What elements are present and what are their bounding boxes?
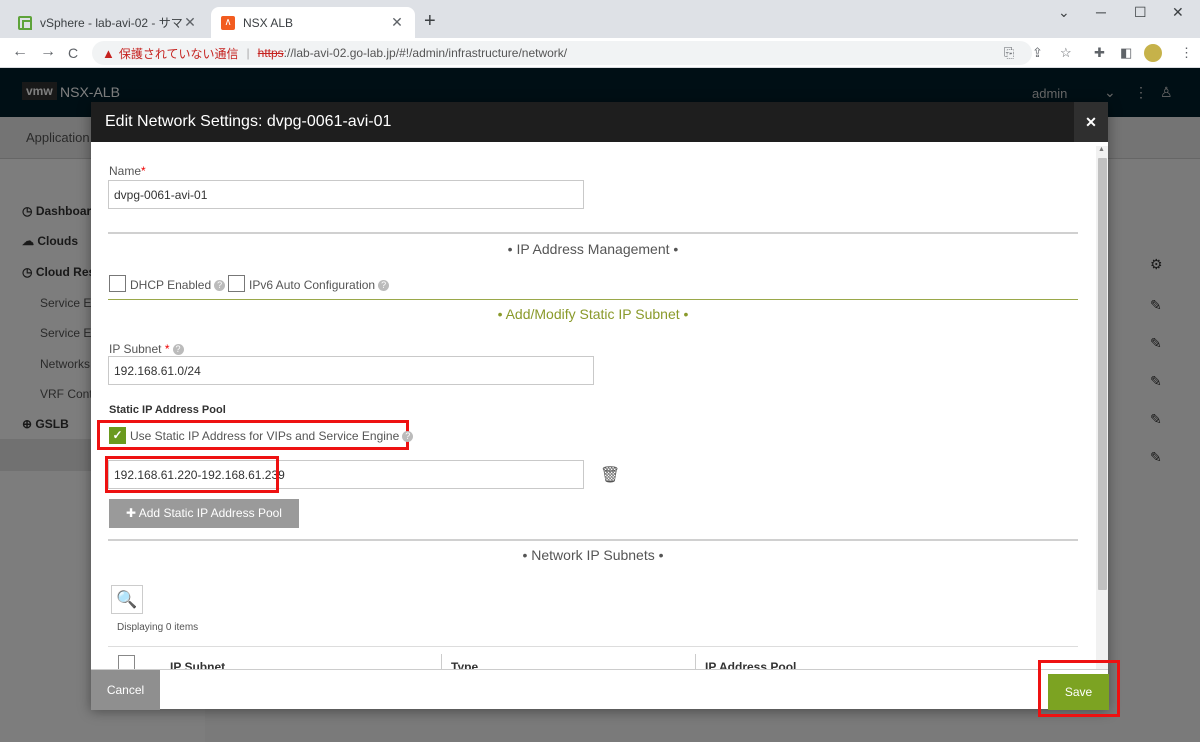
section-divider bbox=[108, 299, 1078, 300]
warning-icon: ▲ bbox=[102, 45, 115, 61]
close-window-button[interactable]: ✕ bbox=[1172, 4, 1184, 21]
scrollbar-thumb[interactable] bbox=[1098, 158, 1107, 590]
modal-footer: Cancel Save bbox=[91, 669, 1109, 710]
help-icon: ? bbox=[214, 280, 226, 292]
forward-button[interactable]: → bbox=[40, 43, 56, 61]
translate-icon[interactable]: ⎘ bbox=[1004, 45, 1014, 61]
section-divider bbox=[108, 539, 1078, 541]
profile-avatar[interactable] bbox=[1144, 44, 1162, 62]
highlight-box bbox=[105, 456, 279, 493]
help-icon: ? bbox=[378, 280, 390, 292]
ipam-section-title: • IP Address Management • bbox=[507, 241, 679, 257]
new-tab-button[interactable]: + bbox=[424, 10, 436, 33]
column-divider bbox=[695, 654, 696, 669]
bookmark-star-icon[interactable]: ☆ bbox=[1060, 45, 1072, 61]
name-label: Name* bbox=[109, 164, 146, 178]
static-pool-heading: Static IP Address Pool bbox=[109, 404, 226, 416]
url-separator: | bbox=[246, 46, 250, 60]
help-icon: ? bbox=[172, 344, 184, 356]
browser-tab-strip: vSphere - lab-avi-02 - サマリ ✕ ∧ NSX ALB ✕… bbox=[0, 0, 1200, 38]
cancel-button[interactable]: Cancel bbox=[91, 670, 160, 710]
modal-header: Edit Network Settings: dvpg-0061-avi-01 … bbox=[91, 102, 1108, 142]
tab-close-icon[interactable]: ✕ bbox=[182, 14, 198, 31]
modal-title: Edit Network Settings: dvpg-0061-avi-01 bbox=[105, 113, 392, 130]
minimize-button[interactable]: ─ bbox=[1096, 4, 1106, 20]
url-scheme: https bbox=[257, 46, 284, 60]
network-subnets-section-title: • Network IP Subnets • bbox=[522, 547, 664, 563]
use-static-ip-label: Use Static IP Address for VIPs and Servi… bbox=[130, 429, 414, 443]
browser-tab-nsx-alb[interactable]: ∧ NSX ALB ✕ bbox=[211, 7, 415, 38]
section-divider bbox=[108, 232, 1078, 234]
side-panel-icon[interactable]: ◧ bbox=[1120, 45, 1132, 61]
address-bar[interactable]: ▲ 保護されていない通信 | https ://lab-avi-02.go-la… bbox=[92, 41, 1032, 65]
modal-body: Name* • IP Address Management • DHCP Ena… bbox=[91, 142, 1108, 669]
browser-toolbar: ← → C ▲ 保護されていない通信 | https ://lab-avi-02… bbox=[0, 38, 1200, 68]
subnets-table-header: IP Subnet Type IP Address Pool bbox=[108, 646, 1078, 669]
vsphere-favicon-icon bbox=[18, 15, 32, 30]
ip-subnet-field[interactable] bbox=[108, 356, 594, 385]
reload-button[interactable]: C bbox=[68, 45, 78, 61]
static-subnet-section-title: • Add/Modify Static IP Subnet • bbox=[497, 306, 689, 322]
tab-title: NSX ALB bbox=[243, 15, 294, 30]
not-secure-label[interactable]: 保護されていない通信 bbox=[119, 45, 239, 62]
select-all-checkbox[interactable] bbox=[118, 655, 135, 669]
scroll-up-icon[interactable]: ▲ bbox=[1098, 146, 1105, 153]
back-button[interactable]: ← bbox=[12, 43, 28, 61]
column-ip-address-pool[interactable]: IP Address Pool bbox=[705, 660, 796, 669]
dhcp-enabled-checkbox[interactable] bbox=[109, 275, 126, 292]
search-button[interactable]: 🔍 bbox=[111, 585, 143, 614]
column-type[interactable]: Type bbox=[451, 660, 478, 669]
item-count: Displaying 0 items bbox=[117, 622, 199, 633]
browser-menu-icon[interactable]: ⋮ bbox=[1180, 45, 1193, 61]
use-static-ip-checkbox[interactable]: ✓ bbox=[109, 427, 126, 444]
maximize-button[interactable]: ☐ bbox=[1134, 4, 1147, 21]
tab-search-icon[interactable]: ⌄ bbox=[1058, 4, 1070, 21]
nsx-favicon-icon: ∧ bbox=[221, 15, 235, 30]
ipv6-auto-config-label: IPv6 Auto Configuration? bbox=[249, 278, 390, 292]
trash-icon[interactable]: 🗑 bbox=[600, 465, 620, 485]
name-field[interactable] bbox=[108, 180, 584, 209]
ip-subnet-label: IP Subnet *? bbox=[109, 342, 184, 356]
highlight-box bbox=[1038, 660, 1120, 717]
edit-network-modal: Edit Network Settings: dvpg-0061-avi-01 … bbox=[91, 102, 1109, 710]
tab-title: vSphere - lab-avi-02 - サマリ bbox=[40, 16, 182, 30]
tab-close-icon[interactable]: ✕ bbox=[389, 14, 405, 31]
help-icon: ? bbox=[402, 431, 414, 443]
dhcp-enabled-label: DHCP Enabled? bbox=[130, 278, 226, 292]
close-icon[interactable]: ✕ bbox=[1074, 102, 1108, 142]
share-icon[interactable]: ⇪ bbox=[1032, 45, 1043, 61]
column-ip-subnet[interactable]: IP Subnet bbox=[170, 660, 225, 669]
column-divider bbox=[441, 654, 442, 669]
modal-scrollbar[interactable]: ▲ bbox=[1096, 146, 1108, 669]
ipv6-auto-config-checkbox[interactable] bbox=[228, 275, 245, 292]
add-static-pool-button[interactable]: ✚ Add Static IP Address Pool bbox=[109, 499, 299, 528]
search-icon: 🔍 bbox=[116, 590, 138, 609]
extensions-icon[interactable]: ✚ bbox=[1094, 45, 1105, 61]
url-path: ://lab-avi-02.go-lab.jp/#!/admin/infrast… bbox=[283, 46, 568, 60]
browser-tab-vsphere[interactable]: vSphere - lab-avi-02 - サマリ ✕ bbox=[8, 7, 208, 38]
